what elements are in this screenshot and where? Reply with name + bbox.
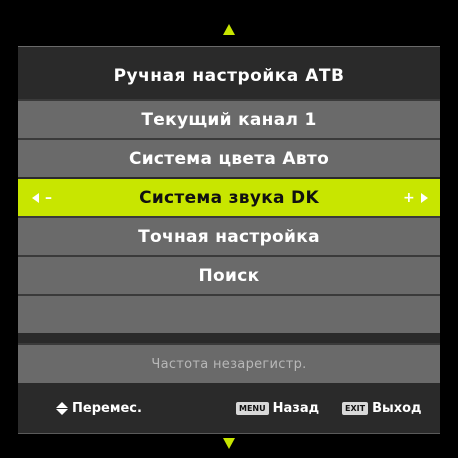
menu-item-search[interactable]: Поиск xyxy=(18,255,440,294)
menu-key-icon: MENU xyxy=(236,402,269,415)
move-hint: Перемес. xyxy=(56,401,142,416)
menu-item-fine-tune[interactable]: Точная настройка xyxy=(18,216,440,255)
menu-item-current-channel[interactable]: Текущий канал 1 xyxy=(18,99,440,138)
decrease-indicator[interactable]: – xyxy=(32,179,52,216)
frequency-status: Частота незарегистр. xyxy=(18,343,440,383)
menu-item-label: Система звука DK xyxy=(139,187,319,208)
right-arrow-icon xyxy=(421,192,428,203)
plus-icon: + xyxy=(402,189,415,206)
exit-hint[interactable]: EXIT Выход xyxy=(342,401,422,416)
exit-hint-label: Выход xyxy=(372,401,422,416)
left-arrow-icon xyxy=(32,192,39,203)
menu-item-label: Поиск xyxy=(198,265,260,286)
increase-indicator[interactable]: + xyxy=(403,179,428,216)
menu-item-empty xyxy=(18,294,440,333)
back-hint-label: Назад xyxy=(272,401,320,416)
updown-icon xyxy=(56,402,68,415)
menu-item-label: Система цвета Авто xyxy=(128,148,330,169)
back-hint[interactable]: MENU Назад xyxy=(236,401,319,416)
menu-item-color-system[interactable]: Система цвета Авто xyxy=(18,138,440,177)
menu-title: Ручная настройка АТВ xyxy=(113,66,345,86)
menu-item-label: Текущий канал 1 xyxy=(141,109,317,130)
exit-key-icon: EXIT xyxy=(342,402,369,415)
minus-icon: – xyxy=(45,189,53,206)
scroll-up-arrow-icon[interactable] xyxy=(223,24,235,35)
footer-hints: Перемес. MENU Назад EXIT Выход xyxy=(18,389,440,435)
scroll-down-arrow-icon[interactable] xyxy=(223,438,235,449)
move-hint-label: Перемес. xyxy=(72,401,142,416)
menu-item-sound-system[interactable]: – Система звука DK + xyxy=(18,177,440,216)
status-text: Частота незарегистр. xyxy=(151,356,307,372)
manual-tuning-menu: Ручная настройка АТВ Текущий канал 1 Сис… xyxy=(18,46,440,434)
menu-item-label: Точная настройка xyxy=(138,226,320,247)
